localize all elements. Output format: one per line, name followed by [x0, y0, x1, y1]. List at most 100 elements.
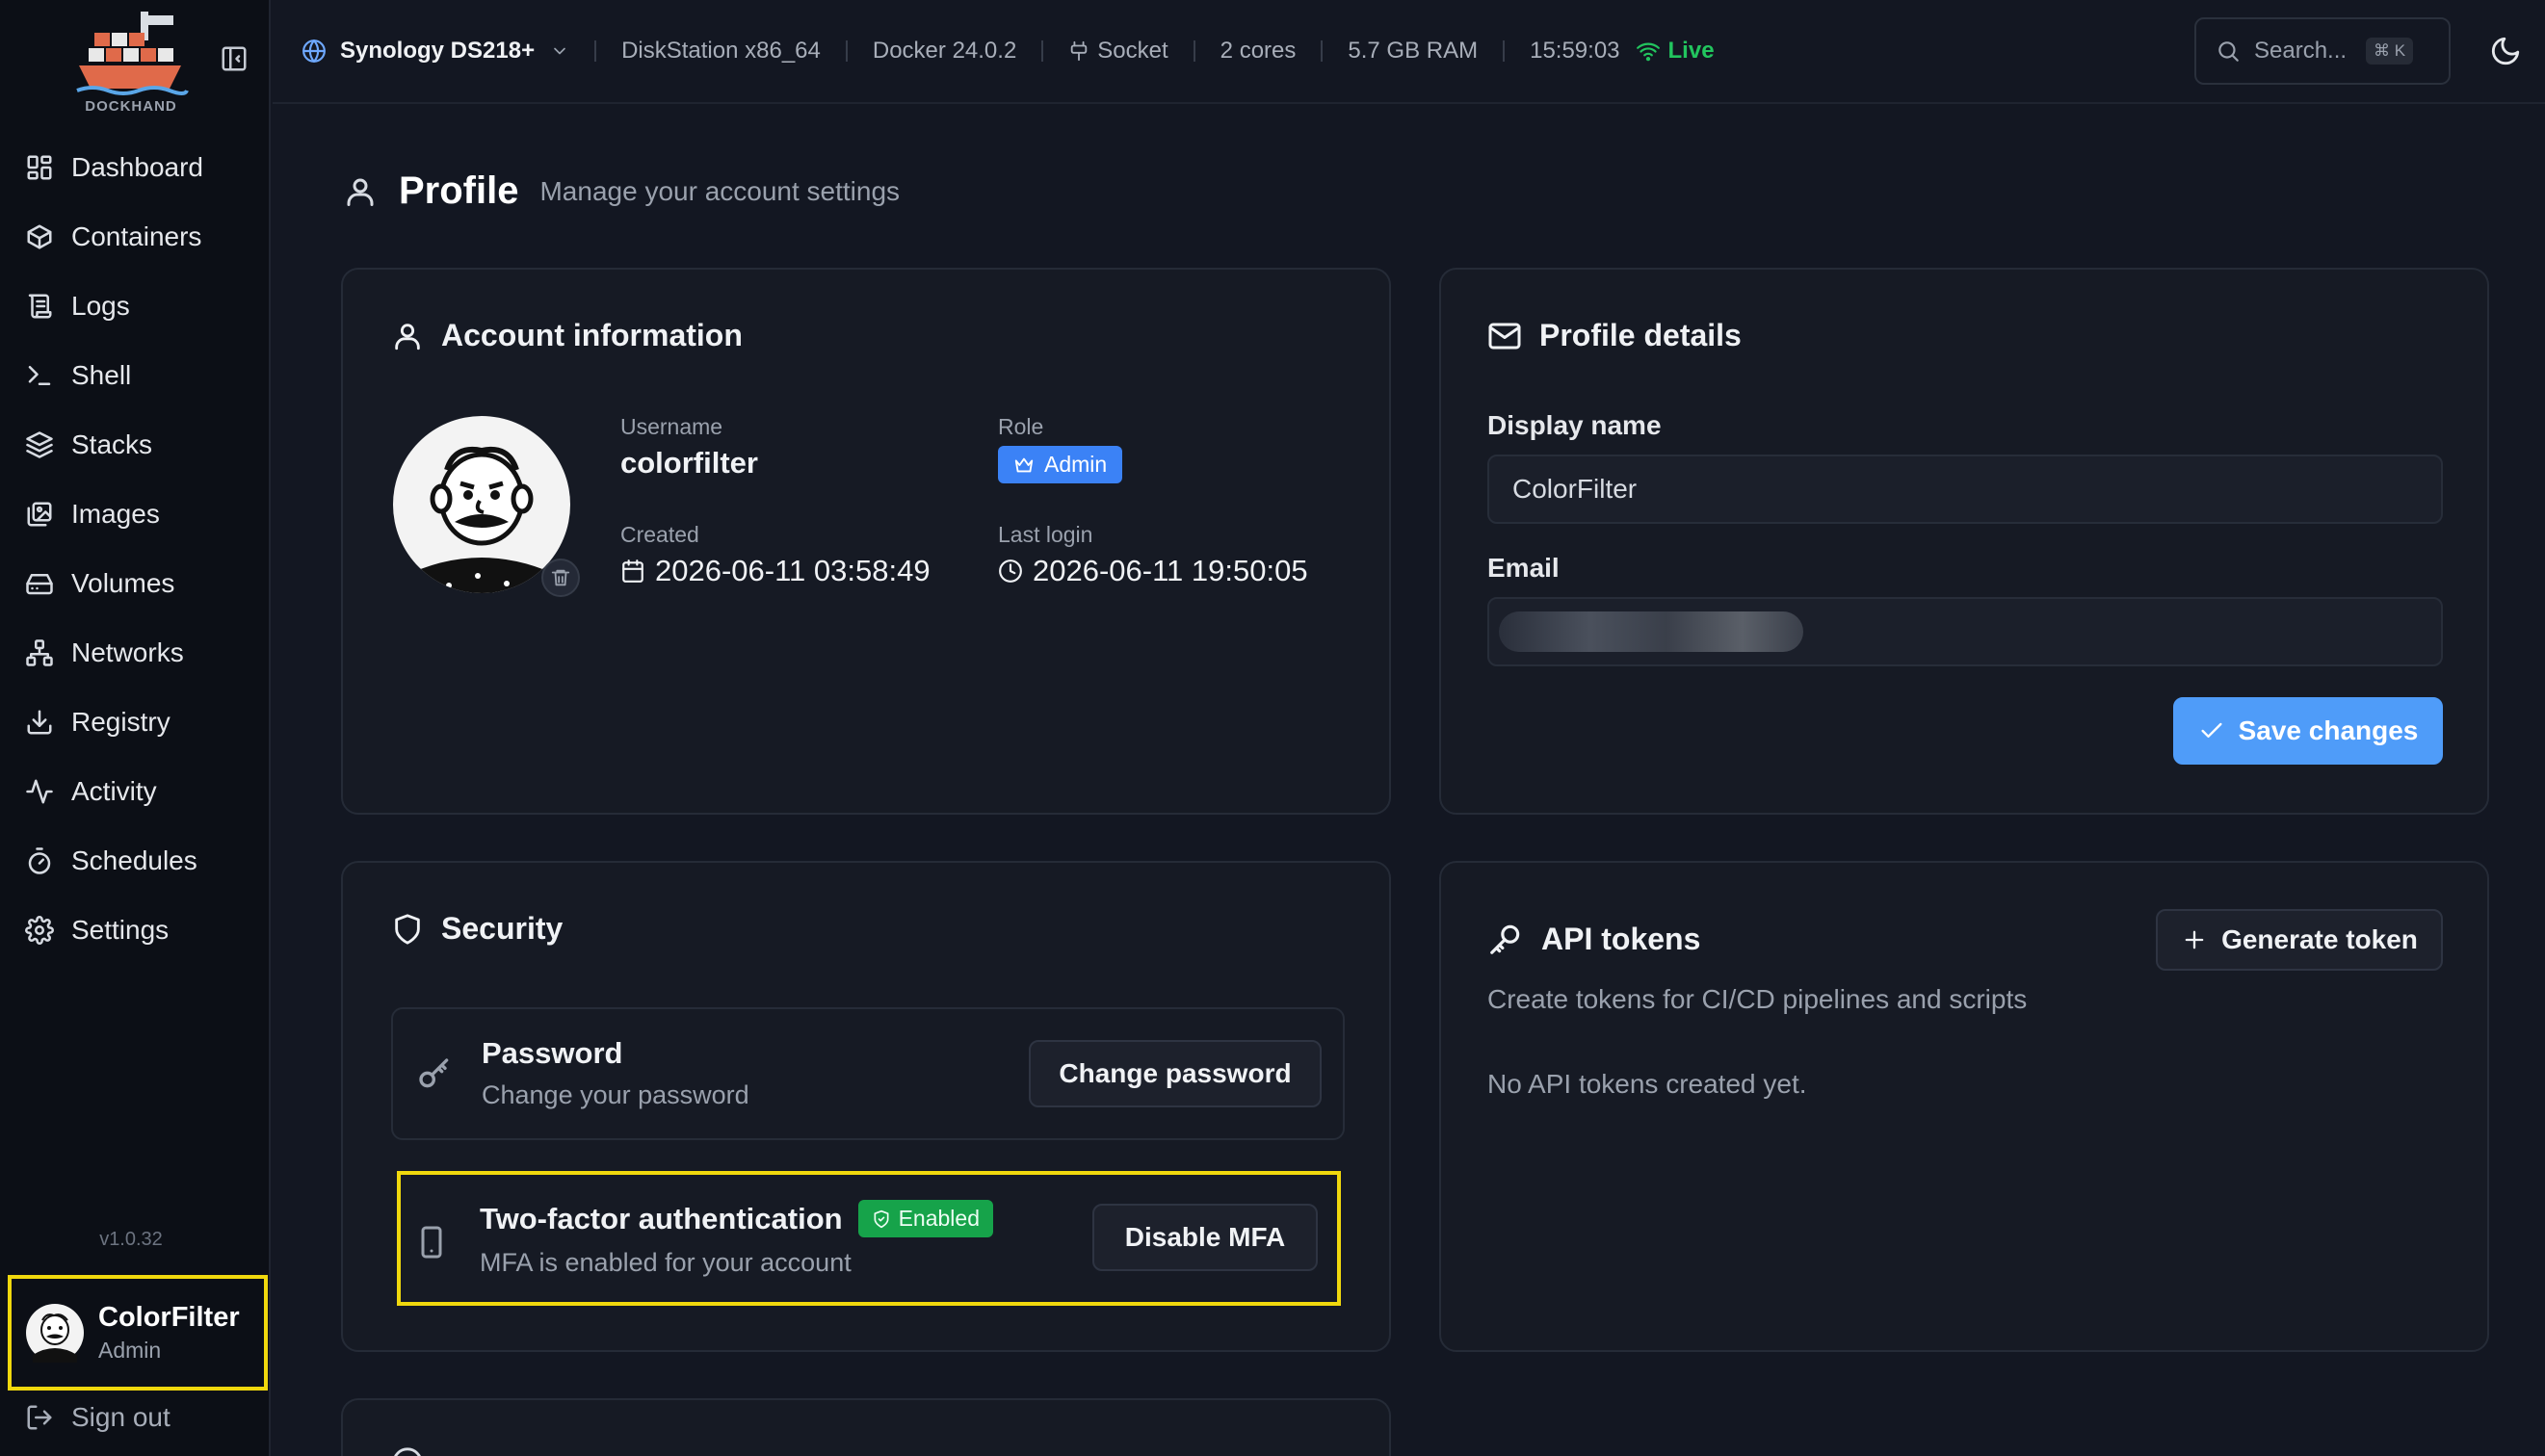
ship-logo-icon: [76, 12, 189, 95]
crown-icon: [1014, 457, 1034, 472]
email-label: Email: [1487, 553, 1560, 583]
globe-icon: [302, 39, 326, 63]
connection-type: Socket: [1068, 38, 1168, 65]
divider: [1193, 40, 1195, 62]
mfa-title: Two-factor authentication: [480, 1201, 843, 1235]
smartphone-icon: [421, 1226, 442, 1259]
generate-token-button[interactable]: Generate token: [2156, 909, 2443, 971]
email-input[interactable]: [1487, 597, 2443, 666]
user-card[interactable]: ColorFilter Admin: [8, 1275, 268, 1391]
activity-icon: [26, 779, 53, 804]
key-icon: [419, 1058, 449, 1088]
host-info: DiskStation x86_64: [621, 38, 821, 64]
sidebar-item-schedules[interactable]: Schedules: [12, 834, 260, 888]
sidebar-item-stacks[interactable]: Stacks: [12, 418, 260, 472]
redacted-email: [1499, 611, 1803, 652]
display-name-value: ColorFilter: [1512, 474, 1638, 504]
mfa-status-badge: Enabled: [857, 1200, 994, 1237]
sidebar-item-registry[interactable]: Registry: [12, 695, 260, 749]
sidebar-item-label: Activity: [71, 776, 157, 806]
divider: [1503, 40, 1506, 62]
mfa-badge-label: Enabled: [898, 1206, 981, 1231]
sidebar-item-images[interactable]: Images: [12, 487, 260, 541]
search-input[interactable]: Search... ⌘ K: [2194, 17, 2451, 85]
created-value: 2026-06-11 03:58:49: [655, 554, 931, 587]
api-tokens-card: API tokens Generate token Create tokens …: [1439, 861, 2489, 1352]
download-icon: [27, 710, 52, 735]
card-title: Account information: [441, 318, 743, 352]
user-role: Admin: [98, 1338, 162, 1363]
page-subtitle: Manage your account settings: [539, 175, 901, 206]
last-login-field: Last login 2026-06-11 19:50:05: [998, 522, 1308, 588]
additional-card: [341, 1398, 1391, 1456]
card-title: Profile details: [1539, 318, 1742, 352]
sidebar-item-activity[interactable]: Activity: [12, 765, 260, 819]
sidebar-item-label: Shell: [71, 360, 132, 390]
sign-out-link[interactable]: Sign out: [25, 1402, 171, 1433]
card-header: Account information: [391, 318, 743, 353]
log-out-icon: [27, 1405, 52, 1430]
chevron-down-icon: [554, 47, 565, 55]
clock-icon: [999, 559, 1022, 583]
live-label: Live: [1667, 38, 1715, 64]
sidebar-item-containers[interactable]: Containers: [12, 210, 260, 264]
box-icon: [27, 224, 52, 249]
sidebar-item-networks[interactable]: Networks: [12, 626, 260, 680]
scroll-icon: [28, 294, 52, 319]
mfa-description: MFA is enabled for your account: [480, 1248, 852, 1277]
divider: [594, 40, 597, 62]
environment-selector[interactable]: Synology DS218+: [302, 38, 569, 65]
plug-icon: [1071, 40, 1088, 62]
mfa-title-row: Two-factor authentication Enabled: [480, 1200, 994, 1237]
wifi-icon: [1636, 42, 1660, 62]
shield-check-icon: [874, 1209, 889, 1228]
divider: [1041, 40, 1044, 62]
sidebar-item-dashboard[interactable]: Dashboard: [12, 141, 260, 195]
role-badge: Admin: [998, 446, 1123, 483]
calendar-icon: [622, 559, 643, 583]
avatar: [26, 1304, 84, 1363]
sidebar-item-settings[interactable]: Settings: [12, 903, 260, 957]
sidebar-item-label: Volumes: [71, 568, 175, 598]
last-login-label: Last login: [998, 522, 1093, 547]
display-name-input[interactable]: ColorFilter: [1487, 455, 2443, 524]
created-label: Created: [620, 522, 699, 547]
sidebar-item-label: Registry: [71, 707, 171, 737]
dashboard-icon: [27, 155, 52, 180]
sidebar-item-label: Containers: [71, 221, 202, 251]
environment-name: Synology DS218+: [340, 38, 536, 64]
sidebar-item-shell[interactable]: Shell: [12, 349, 260, 403]
username-field: Username colorfilter: [620, 414, 758, 481]
disable-mfa-button[interactable]: Disable MFA: [1092, 1204, 1318, 1271]
api-tokens-description: Create tokens for CI/CD pipelines and sc…: [1487, 984, 2028, 1014]
key-icon: [1490, 924, 1520, 954]
username-value: colorfilter: [620, 446, 758, 480]
save-changes-button[interactable]: Save changes: [2173, 697, 2443, 765]
password-row: Password Change your password Change pas…: [391, 1007, 1345, 1140]
disable-mfa-label: Disable MFA: [1124, 1222, 1286, 1252]
sidebar: DOCKHAND Dashboard Containers Logs Shell…: [0, 0, 271, 1456]
sidebar-collapse-button[interactable]: [220, 44, 249, 73]
theme-toggle-button[interactable]: [2489, 35, 2522, 67]
sidebar-item-label: Networks: [71, 637, 184, 667]
terminal-icon: [28, 366, 51, 385]
profile-details-card: Profile details Display name ColorFilter…: [1439, 268, 2489, 815]
user-icon: [395, 323, 420, 350]
sidebar-item-volumes[interactable]: Volumes: [12, 557, 260, 611]
page-header: Profile Manage your account settings: [343, 169, 900, 213]
sidebar-item-logs[interactable]: Logs: [12, 279, 260, 333]
dockhand-logo[interactable]: DOCKHAND: [73, 10, 189, 115]
check-icon: [2201, 722, 2222, 738]
remove-avatar-button[interactable]: [541, 559, 580, 597]
sidebar-item-label: Images: [71, 499, 160, 529]
last-login-value: 2026-06-11 19:50:05: [1033, 554, 1308, 587]
network-icon: [26, 639, 53, 666]
images-icon: [27, 502, 52, 527]
live-status: Live: [1636, 38, 1715, 65]
account-information-card: Account information Username colorfilter…: [341, 268, 1391, 815]
sidebar-item-label: Settings: [71, 915, 170, 945]
moon-icon: [2491, 37, 2520, 65]
username-label: Username: [620, 414, 723, 439]
change-password-button[interactable]: Change password: [1029, 1040, 1322, 1107]
api-tokens-empty-state: No API tokens created yet.: [1487, 1069, 1807, 1099]
